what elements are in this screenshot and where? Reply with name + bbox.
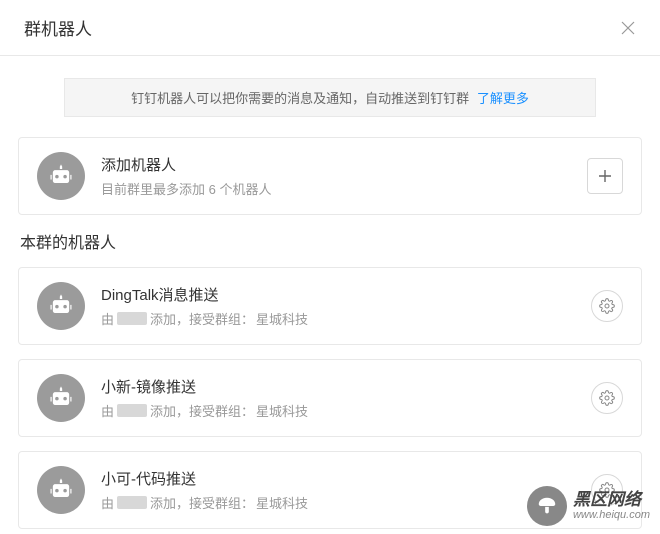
- bot-name: 小可-代码推送: [101, 468, 575, 489]
- meta-prefix: 由: [101, 493, 114, 512]
- robot-icon: [37, 282, 85, 330]
- redacted-name: [117, 312, 147, 325]
- robot-icon: [37, 374, 85, 422]
- bot-body: 小可-代码推送 由 添加，接受群组： 星城科技: [101, 468, 575, 512]
- watermark: 黑区网络 www.heiqu.com: [527, 486, 650, 526]
- redacted-name: [117, 404, 147, 417]
- watermark-text: 黑区网络 www.heiqu.com: [573, 491, 650, 522]
- meta-prefix: 由: [101, 309, 114, 328]
- meta-suffix: 添加，接受群组：: [150, 309, 254, 328]
- learn-more-link[interactable]: 了解更多: [477, 91, 529, 106]
- bot-name: 小新-镜像推送: [101, 376, 575, 397]
- watermark-main: 黑区网络: [573, 491, 650, 510]
- content-area: 添加机器人 目前群里最多添加 6 个机器人 本群的机器人 DingTalk消息推…: [0, 137, 660, 529]
- bot-group: 星城科技: [256, 309, 308, 328]
- section-title: 本群的机器人: [20, 229, 642, 253]
- meta-suffix: 添加，接受群组：: [150, 493, 254, 512]
- redacted-name: [117, 496, 147, 509]
- robot-icon: [37, 152, 85, 200]
- add-robot-subtitle: 目前群里最多添加 6 个机器人: [101, 179, 571, 198]
- list-item: DingTalk消息推送 由 添加，接受群组： 星城科技: [18, 267, 642, 345]
- info-banner: 钉钉机器人可以把你需要的消息及通知，自动推送到钉钉群 了解更多: [64, 78, 596, 117]
- settings-button[interactable]: [591, 290, 623, 322]
- list-item: 小新-镜像推送 由 添加，接受群组： 星城科技: [18, 359, 642, 437]
- add-robot-button[interactable]: [587, 158, 623, 194]
- bot-meta: 由 添加，接受群组： 星城科技: [101, 493, 575, 512]
- add-robot-card: 添加机器人 目前群里最多添加 6 个机器人: [18, 137, 642, 215]
- dialog-title: 群机器人: [24, 15, 92, 40]
- robot-icon: [37, 466, 85, 514]
- meta-prefix: 由: [101, 401, 114, 420]
- bot-meta: 由 添加，接受群组： 星城科技: [101, 309, 575, 328]
- dialog-header: 群机器人: [0, 0, 660, 56]
- bot-body: 小新-镜像推送 由 添加，接受群组： 星城科技: [101, 376, 575, 420]
- watermark-sub: www.heiqu.com: [573, 509, 650, 521]
- bot-meta: 由 添加，接受群组： 星城科技: [101, 401, 575, 420]
- bot-body: DingTalk消息推送 由 添加，接受群组： 星城科技: [101, 284, 575, 328]
- settings-button[interactable]: [591, 382, 623, 414]
- add-card-body: 添加机器人 目前群里最多添加 6 个机器人: [101, 154, 571, 198]
- bot-group: 星城科技: [256, 401, 308, 420]
- meta-suffix: 添加，接受群组：: [150, 401, 254, 420]
- banner-text: 钉钉机器人可以把你需要的消息及通知，自动推送到钉钉群: [131, 91, 469, 106]
- close-icon[interactable]: [620, 20, 636, 36]
- bot-group: 星城科技: [256, 493, 308, 512]
- bot-name: DingTalk消息推送: [101, 284, 575, 305]
- mushroom-icon: [527, 486, 567, 526]
- add-robot-title: 添加机器人: [101, 154, 571, 175]
